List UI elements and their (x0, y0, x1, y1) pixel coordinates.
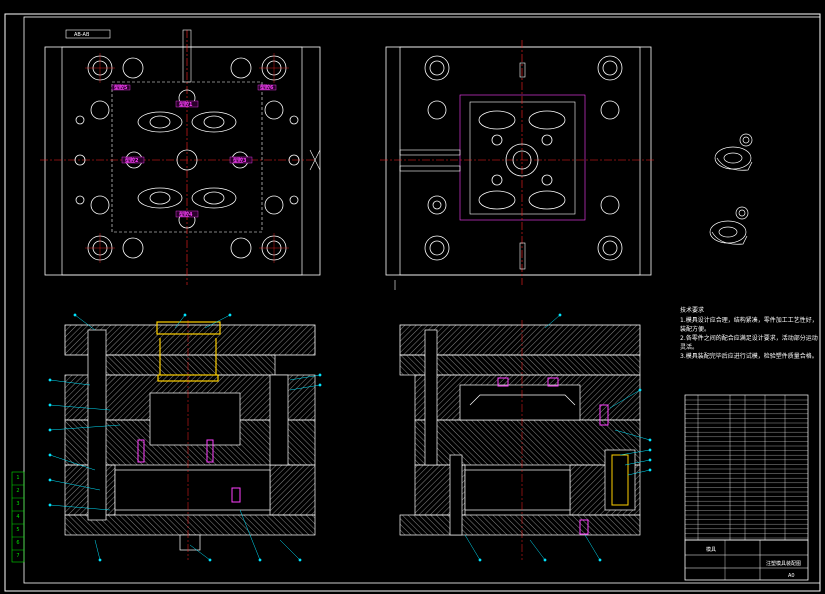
title-block: 模具 注塑模具装配图 A0 (684, 539, 809, 581)
side-table-entry: 1 (16, 475, 20, 481)
tech-notes-block: 1.模具设计应合理，结构紧凑，零件加工工艺性好，装配方便。 2.各零件之间的配合… (680, 316, 820, 361)
cavity-tag: 型腔6 (260, 84, 274, 91)
cavity-tag: 型腔4 (179, 211, 193, 218)
isometric-part-views (709, 133, 753, 245)
title-block-name: 模具 (706, 546, 716, 553)
side-table-entry: 5 (16, 527, 20, 533)
top-left-plan-view: AB-AB 型腔1 型腔2 型腔3 型腔4 型腔5 型腔6 (40, 29, 321, 285)
bottom-right-section-view (399, 313, 652, 562)
side-table-entry: 7 (16, 553, 20, 559)
tech-note-line: 2.各零件之间的配合应满足设计要求，活动部分运动灵活。 (680, 335, 818, 351)
cavity-tag: 型腔1 (179, 101, 193, 108)
view-label: AB-AB (74, 32, 90, 38)
title-block-subtitle: 注塑模具装配图 (766, 560, 801, 567)
mold-assembly-drawing: AB-AB 型腔1 型腔2 型腔3 型腔4 型腔5 型腔6 技术要求 模具 注塑… (4, 13, 821, 592)
bottom-left-section-view (11, 313, 322, 563)
side-table-entry: 6 (16, 540, 20, 546)
title-block-scale: A0 (788, 573, 795, 579)
cavity-tags: 型腔1 型腔2 型腔3 型腔4 型腔5 型腔6 (111, 84, 277, 218)
tech-note-line: 1.模具设计应合理，结构紧凑，零件加工工艺性好，装配方便。 (680, 317, 818, 333)
tech-note-line: 3.模具装配完毕后应进行试模，检验塑件质量合格。 (680, 353, 818, 360)
technical-notes: 技术要求 (680, 306, 704, 314)
side-table-entry: 4 (16, 514, 20, 520)
cavity-tag: 型腔2 (125, 157, 139, 164)
side-table-entry: 2 (16, 488, 20, 494)
cavity-tag: 型腔5 (114, 84, 128, 91)
side-revision-table: 1 2 3 4 5 6 7 (12, 472, 24, 563)
tech-notes-title: 技术要求 (680, 306, 704, 314)
bill-of-materials-table (684, 394, 809, 541)
top-right-plan-view (380, 40, 655, 290)
side-table-entry: 3 (16, 501, 20, 507)
cad-drawing-canvas[interactable]: { "drawing": { "view_label": "AB-AB", "t… (0, 0, 825, 594)
cavity-tag: 型腔3 (233, 157, 247, 164)
